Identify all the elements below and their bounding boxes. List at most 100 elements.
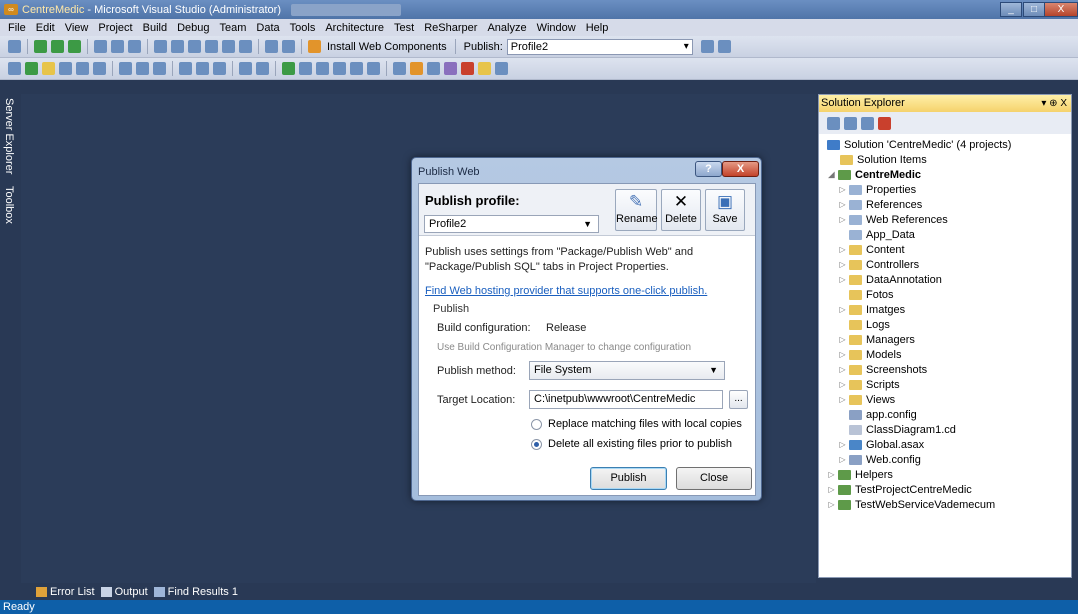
- find-icon[interactable]: [179, 62, 192, 75]
- breakpoint-icon[interactable]: [350, 62, 363, 75]
- tree-item-content[interactable]: ▷ Content: [838, 242, 904, 257]
- navigate-icon[interactable]: [68, 40, 81, 53]
- tree-item-managers[interactable]: ▷ Managers: [838, 332, 915, 347]
- target-location-input[interactable]: C:\inetpub\wwwroot\CentreMedic: [529, 390, 723, 409]
- view-class-diagram-icon[interactable]: [878, 116, 891, 130]
- tree-item-logs[interactable]: Logs: [849, 317, 890, 332]
- delete-files-radio[interactable]: Delete all existing files prior to publi…: [531, 438, 732, 450]
- minimize-button[interactable]: _: [1000, 2, 1022, 17]
- tree-item-solution[interactable]: Solution 'CentreMedic' (4 projects): [827, 137, 1011, 152]
- expand-arrow-icon[interactable]: ▷: [838, 215, 847, 224]
- format-icon[interactable]: [222, 40, 235, 53]
- indent-icon[interactable]: [265, 40, 278, 53]
- menu-tools[interactable]: Tools: [285, 22, 321, 34]
- expand-arrow-icon[interactable]: ▷: [827, 470, 836, 479]
- publish-icon[interactable]: [700, 40, 714, 53]
- tree-item-app-data[interactable]: App_Data: [849, 227, 915, 242]
- options-dropdown-icon[interactable]: [495, 62, 508, 75]
- expand-arrow-icon[interactable]: ▷: [838, 305, 847, 314]
- properties-icon[interactable]: [410, 62, 423, 75]
- menu-architecture[interactable]: Architecture: [320, 22, 389, 34]
- tree-item-testprojectcentremedic[interactable]: ▷ TestProjectCentreMedic: [827, 482, 971, 497]
- close-window-button[interactable]: X: [1044, 2, 1078, 17]
- hosting-provider-link[interactable]: Find Web hosting provider that supports …: [425, 285, 707, 297]
- build-icon[interactable]: [94, 40, 107, 53]
- save-all-icon[interactable]: [93, 62, 106, 75]
- clean-icon[interactable]: [128, 40, 141, 53]
- tree-item-scripts[interactable]: ▷ Scripts: [838, 377, 899, 392]
- menu-analyze[interactable]: Analyze: [482, 22, 531, 34]
- tree-item-controllers[interactable]: ▷ Controllers: [838, 257, 919, 272]
- tree-item-global-asax[interactable]: ▷ Global.asax: [838, 437, 924, 452]
- expand-arrow-icon[interactable]: ▷: [838, 245, 847, 254]
- find-results-tab[interactable]: Find Results 1: [153, 586, 238, 598]
- menu-team[interactable]: Team: [215, 22, 252, 34]
- help-button[interactable]: ?: [695, 161, 722, 177]
- start-page-icon[interactable]: [478, 62, 491, 75]
- publish-method-select[interactable]: File System ▼: [529, 361, 725, 380]
- dialog-close-button[interactable]: X: [722, 161, 759, 177]
- add-icon[interactable]: [25, 62, 38, 75]
- menu-debug[interactable]: Debug: [172, 22, 214, 34]
- menu-build[interactable]: Build: [138, 22, 172, 34]
- tree-item-web-config[interactable]: ▷ Web.config: [838, 452, 920, 467]
- expand-arrow-icon[interactable]: ▷: [827, 500, 836, 509]
- toolbox-icon[interactable]: [444, 62, 457, 75]
- save-button[interactable]: ▣ Save: [705, 189, 745, 231]
- menu-view[interactable]: View: [60, 22, 94, 34]
- open-file-icon[interactable]: [59, 62, 72, 75]
- tree-item-models[interactable]: ▷ Models: [838, 347, 901, 362]
- step-icon[interactable]: [333, 62, 346, 75]
- back-icon[interactable]: [34, 40, 47, 53]
- open-folder-icon[interactable]: [42, 62, 55, 75]
- comment-out-icon[interactable]: [196, 62, 209, 75]
- expand-arrow-icon[interactable]: ▷: [838, 455, 847, 464]
- solution-explorer-icon[interactable]: [393, 62, 406, 75]
- tree-item-helpers[interactable]: ▷ Helpers: [827, 467, 892, 482]
- expand-arrow-icon[interactable]: ▷: [838, 185, 847, 194]
- delete-button[interactable]: ✕ Delete: [661, 189, 701, 231]
- server-explorer-tab[interactable]: Server Explorer: [3, 98, 15, 174]
- tree-item-app-config[interactable]: app.config: [849, 407, 917, 422]
- tree-item-references[interactable]: ▷ References: [838, 197, 922, 212]
- tree-item-class-diagram[interactable]: ClassDiagram1.cd: [849, 422, 956, 437]
- show-all-files-icon[interactable]: [844, 116, 857, 130]
- close-button[interactable]: Close: [676, 467, 752, 490]
- pause-icon[interactable]: [299, 62, 312, 75]
- copy-icon[interactable]: [136, 62, 149, 75]
- panel-pin-controls[interactable]: ▾ ⊕ X: [1041, 95, 1067, 112]
- menu-test[interactable]: Test: [389, 22, 419, 34]
- watch-icon[interactable]: [367, 62, 380, 75]
- expand-arrow-icon[interactable]: ▷: [838, 395, 847, 404]
- extension-manager-icon[interactable]: [461, 62, 474, 75]
- forward-icon[interactable]: [51, 40, 64, 53]
- expand-arrow-icon[interactable]: ▷: [838, 335, 847, 344]
- save-icon[interactable]: [76, 62, 89, 75]
- rename-button[interactable]: ✎ Rename: [615, 189, 658, 231]
- new-project-icon[interactable]: [8, 40, 21, 53]
- install-web-components-icon[interactable]: [308, 40, 321, 53]
- uncomment-icon[interactable]: [213, 62, 226, 75]
- undo-icon[interactable]: [239, 62, 252, 75]
- replace-files-radio[interactable]: Replace matching files with local copies: [531, 418, 742, 430]
- tree-item-screenshots[interactable]: ▷ Screenshots: [838, 362, 927, 377]
- comment-icon[interactable]: [282, 40, 295, 53]
- start-debugging-icon[interactable]: [282, 62, 295, 75]
- collapse-arrow-icon[interactable]: ◢: [827, 170, 836, 179]
- object-browser-icon[interactable]: [427, 62, 440, 75]
- tree-item-centremedic[interactable]: ◢ CentreMedic: [827, 167, 921, 182]
- tree-item-web-references[interactable]: ▷ Web References: [838, 212, 947, 227]
- layout-icon[interactable]: [154, 40, 167, 53]
- browse-button[interactable]: ...: [729, 390, 748, 409]
- menu-data[interactable]: Data: [251, 22, 284, 34]
- menu-help[interactable]: Help: [581, 22, 614, 34]
- publish-profile-combo[interactable]: Profile2: [506, 38, 693, 55]
- expand-arrow-icon[interactable]: ▷: [838, 275, 847, 284]
- menu-resharper[interactable]: ReSharper: [419, 22, 482, 34]
- refresh-icon[interactable]: [861, 116, 874, 130]
- stop-icon[interactable]: [316, 62, 329, 75]
- output-tab[interactable]: Output: [100, 586, 148, 598]
- menu-window[interactable]: Window: [532, 22, 581, 34]
- properties-icon[interactable]: [827, 116, 840, 130]
- expand-arrow-icon[interactable]: ▷: [838, 365, 847, 374]
